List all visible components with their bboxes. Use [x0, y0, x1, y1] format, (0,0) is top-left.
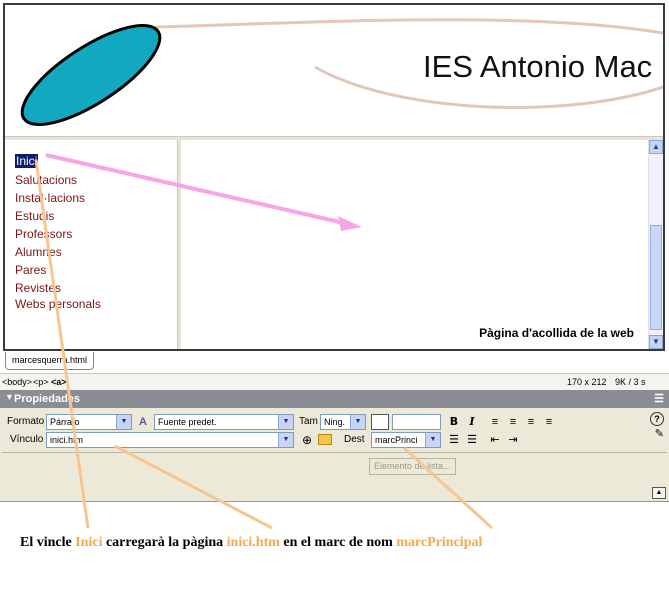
align-left-icon[interactable]: ≡ — [488, 415, 502, 429]
size-label: Tam — [299, 416, 318, 427]
tag-a[interactable]: <a> — [51, 377, 67, 387]
ordered-list-icon[interactable]: ☰ — [465, 433, 479, 447]
align-right-icon[interactable]: ≡ — [524, 415, 538, 429]
quick-tag-editor-icon[interactable]: ✎ — [655, 427, 664, 440]
help-icon[interactable]: ? — [650, 412, 664, 426]
scroll-up-icon[interactable]: ▲ — [649, 140, 663, 154]
nav-link-revistes[interactable]: Revistes — [15, 281, 61, 295]
nav-link-salutacions[interactable]: Salutacions — [15, 173, 77, 187]
scroll-thumb[interactable] — [650, 225, 662, 330]
link-label: Vínculo — [10, 434, 44, 445]
properties-title: Propiedades — [14, 393, 81, 405]
nav-link-webs-personals[interactable]: Webs personals — [15, 297, 101, 311]
caption-part-2: carregarà la pàgina — [102, 535, 227, 550]
nav-link-inici[interactable]: Inici — [15, 154, 39, 168]
main-frame: Pàgina d'acollida de la web ▲ ▼ — [181, 140, 663, 349]
chevron-down-icon[interactable]: ▼ — [278, 433, 293, 447]
nav-link-alumnes[interactable]: Alumnes — [15, 245, 62, 259]
download-weight: 9K / 3 s — [615, 377, 646, 387]
link-value: inici.htm — [50, 435, 84, 445]
caption-highlight-file: inici.htm — [226, 535, 280, 550]
document-tab[interactable]: marcesquerra.html — [5, 352, 95, 370]
font-value: Fuente predet. — [158, 417, 217, 427]
scroll-down-icon[interactable]: ▼ — [649, 335, 663, 349]
format-select[interactable]: Párrafo ▼ — [46, 414, 132, 430]
swoosh-top — [154, 18, 663, 35]
chevron-down-icon[interactable]: ▼ — [425, 433, 440, 447]
logo-oval — [20, 24, 162, 126]
caption-part-3: en el marc de nom — [279, 535, 397, 550]
tag-body[interactable]: <body> — [2, 377, 32, 387]
site-title: IES Antonio Mac — [423, 49, 653, 84]
caption-highlight-inici: Inici — [75, 535, 103, 550]
size-select[interactable]: Ning. ▼ — [320, 414, 366, 430]
chevron-down-icon[interactable]: ▼ — [278, 415, 293, 429]
panel-menu-icon[interactable]: ☰ — [654, 392, 664, 405]
welcome-text: Pàgina d'acollida de la web — [479, 326, 634, 340]
indent-icon[interactable]: ⇥ — [506, 433, 520, 447]
chevron-down-icon[interactable]: ▼ — [116, 415, 131, 429]
document-window: IES Antonio Mac Inici Salutacions Instal… — [3, 3, 665, 351]
expand-panel-icon[interactable]: ▲ — [652, 487, 666, 499]
folder-icon[interactable] — [318, 434, 332, 445]
color-input[interactable] — [392, 414, 441, 430]
target-value: marcPrinci — [375, 435, 418, 445]
window-size[interactable]: 170 x 212 — [567, 377, 607, 387]
outdent-icon[interactable]: ⇤ — [488, 433, 502, 447]
format-label: Formato — [7, 416, 45, 427]
color-swatch[interactable] — [371, 414, 389, 430]
main-frame-scrollbar[interactable]: ▲ ▼ — [648, 140, 663, 349]
target-select[interactable]: marcPrinci ▼ — [371, 432, 441, 448]
panel-divider — [2, 452, 667, 453]
nav-link-installacions[interactable]: Instal·lacions — [15, 191, 85, 205]
unordered-list-icon[interactable]: ☰ — [447, 433, 461, 447]
italic-icon[interactable]: I — [465, 415, 479, 429]
link-input[interactable]: inici.htm ▼ — [46, 432, 294, 448]
nav-link-professors[interactable]: Professors — [15, 227, 72, 241]
header-frame: IES Antonio Mac — [5, 5, 663, 136]
font-icon[interactable]: A — [136, 415, 150, 429]
align-center-icon[interactable]: ≡ — [506, 415, 520, 429]
list-item-button[interactable]: Elemento de lista... — [369, 458, 456, 475]
bold-icon[interactable]: B — [447, 415, 461, 429]
caption-part-1: El vincle — [20, 535, 76, 550]
tag-p[interactable]: <p> — [33, 377, 49, 387]
properties-panel: ▼ Propiedades ☰ Formato Párrafo ▼ A Fuen… — [0, 390, 669, 502]
format-value: Párrafo — [50, 417, 80, 427]
explanation-caption: El vincle Inici carregarà la pàgina inic… — [20, 535, 482, 551]
align-justify-icon[interactable]: ≡ — [542, 415, 556, 429]
nav-link-estudis[interactable]: Estudis — [15, 209, 54, 223]
chevron-down-icon[interactable]: ▼ — [350, 415, 365, 429]
caption-highlight-frame: marcPrincipal — [396, 535, 483, 550]
font-select[interactable]: Fuente predet. ▼ — [154, 414, 294, 430]
size-value: Ning. — [324, 417, 346, 427]
properties-header[interactable]: ▼ Propiedades ☰ — [0, 390, 669, 408]
target-label: Dest — [344, 434, 365, 445]
collapse-arrow-icon[interactable]: ▼ — [5, 392, 14, 402]
nav-link-pares[interactable]: Pares — [15, 263, 46, 277]
left-frame: Inici Salutacions Instal·lacions Estudis… — [5, 140, 177, 349]
tag-selector-bar: <body> <p> <a> 170 x 212 9K / 3 s — [0, 373, 669, 390]
point-to-file-icon[interactable]: ⊕ — [300, 433, 314, 447]
